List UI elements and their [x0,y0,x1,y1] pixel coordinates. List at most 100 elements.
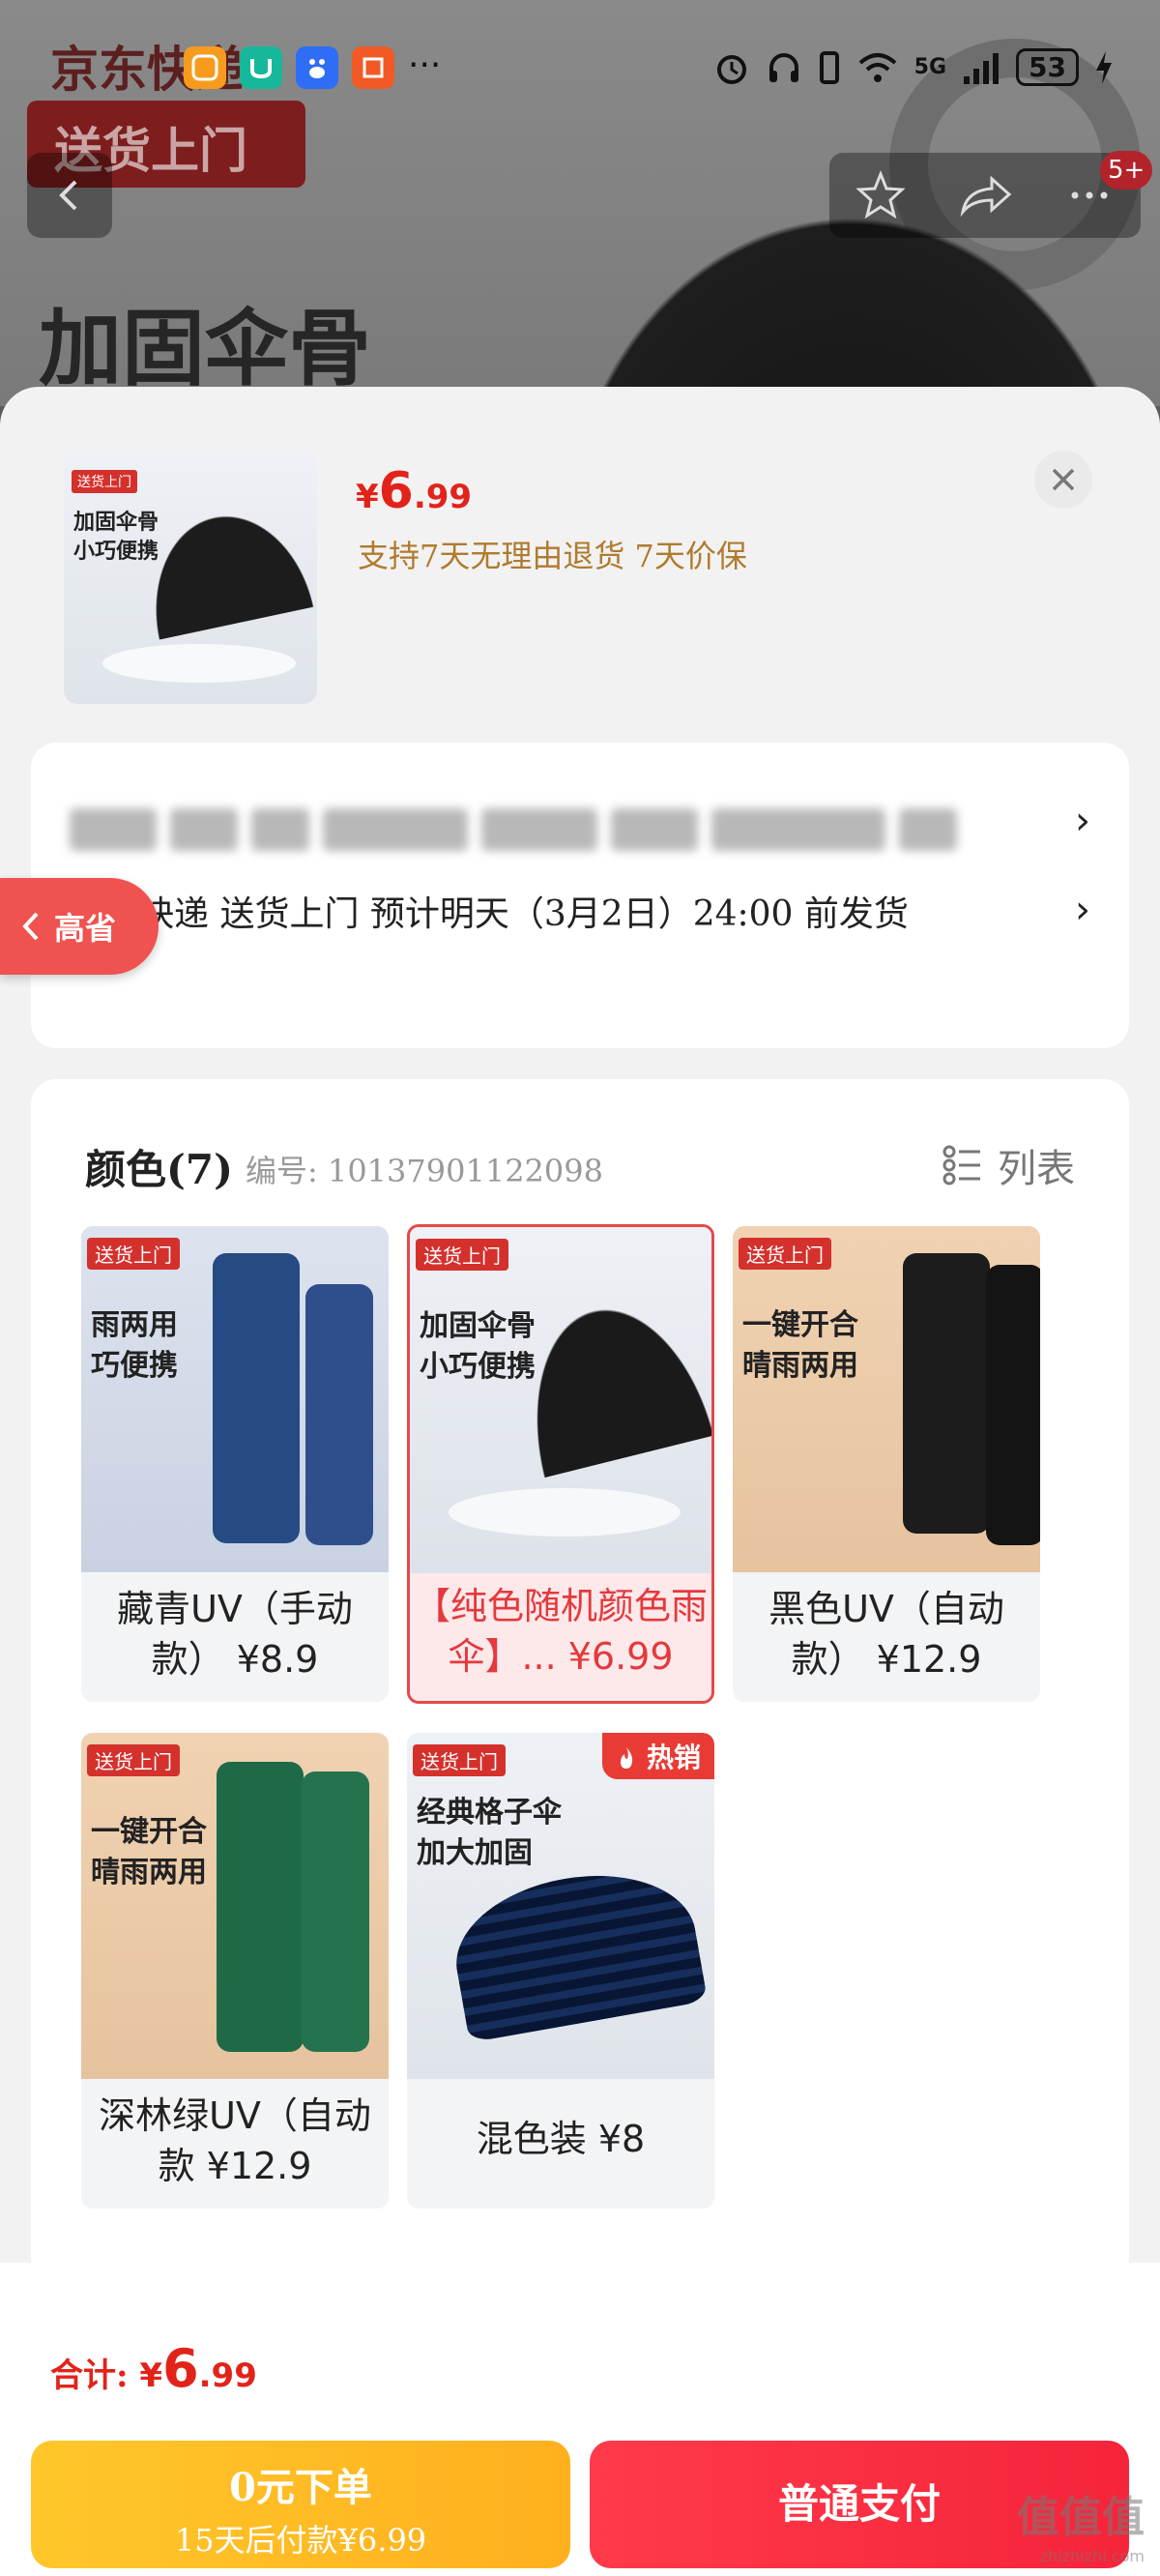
list-icon [942,1145,980,1186]
color-option-black-uv[interactable]: 送货上门 一键开合 晴雨两用 黑色UV（自动款） ¥12.9 [733,1226,1040,1702]
color-selection-card: 颜色(7) 编号: 10137901122098 列表 送货上门 雨两用巧便携 … [31,1079,1129,2298]
color-option-mixed[interactable]: 送货上门 经典格子伞 加大加固 热销 混色装 ¥8 [407,1733,714,2209]
thumbnail-tag: 送货上门 [72,470,137,493]
list-view-toggle[interactable]: 列表 [942,1137,1075,1193]
background-headline: 加固伞骨 [39,301,371,397]
product-thumbnail: 送货上门 加固伞骨 小巧便携 [64,451,317,704]
option-image-tag: 送货上门 [416,1239,508,1271]
option-image: 送货上门 一键开合晴雨两用 [81,1733,389,2079]
notification-icons: ··· [184,46,441,89]
side-floating-tab[interactable]: 高省 [0,878,159,975]
manga-app-icon [352,46,394,89]
thumbnail-caption-line1: 加固伞骨 [73,511,160,535]
option-image-caption: 一键开合 晴雨两用 [742,1305,858,1387]
option-label: 深林绿UV（自动款 ¥12.9 [99,2094,371,2187]
address-chevron-icon[interactable]: › [1075,799,1090,843]
battery-indicator: 53 [1016,48,1079,86]
thumbnail-caption-line2: 小巧便携 [73,540,160,564]
chevron-left-icon [59,180,77,211]
fire-icon [621,1747,633,1769]
color-option-random-selected[interactable]: 送货上门 加固伞骨 小巧便携 【纯色随机颜色雨伞】... ¥6.99 [407,1224,714,1704]
price-integer: 6 [378,462,414,520]
price-decimal: .99 [413,478,473,516]
zero-yuan-order-label: 0元下单 [229,2465,372,2510]
address-card[interactable]: › 京东快递 送货上门 预计明天（3月2日）24:00 前发货 › [31,743,1129,1048]
umbrella-image [903,1253,990,1534]
option-image: 送货上门 雨两用巧便携 [81,1226,389,1572]
umbrella-image [213,1253,300,1543]
umbrella-image [488,1263,711,1481]
option-image-caption-line1: 一键开合 [742,1308,858,1342]
watermark: 值值值 zhizhizhi.com [1017,2497,1145,2576]
watermark-text: 值值值 [1017,2493,1145,2542]
option-label: 混色装 ¥8 [476,2118,646,2160]
price-currency: ¥ [356,478,379,516]
blurred-address [70,803,957,857]
option-image: 送货上门 经典格子伞 加大加固 [407,1733,714,2079]
option-image-caption: 一键开合 晴雨两用 [91,1812,207,1893]
umbrella-sleeve-image [305,1284,373,1545]
status-bar: ··· 5G 53 [0,39,1160,106]
side-tab-label: 高省 [54,910,117,947]
more-notifications-icon: ··· [408,45,442,85]
top-action-group [829,153,1141,238]
option-image-tag: 送货上门 [87,1238,180,1270]
watermark-url: zhizhizhi.com [1039,2547,1145,2565]
option-label: 藏青UV（手动款） ¥8.9 [117,1588,353,1681]
chevron-left-icon [22,912,39,941]
total-currency: ¥ [139,2356,163,2395]
charging-icon [1096,50,1112,84]
close-button[interactable] [1034,451,1092,509]
option-image-caption-line1: 一键开合 [91,1815,207,1849]
option-image-caption: 雨两用 巧便携 [91,1305,178,1387]
option-image-caption: 经典格子伞 加大加固 [417,1793,562,1874]
option-image: 送货上门 加固伞骨 小巧便携 [410,1227,711,1573]
option-image-caption-line2: 巧便携 [91,1349,178,1383]
total-integer: 6 [162,2338,199,2399]
sku-code: 编号: 10137901122098 [246,1153,603,1189]
color-section-title: 颜色(7) [85,1146,233,1193]
thumbnail-base [102,644,296,683]
total-label: 合计: [50,2356,140,2395]
option-image-tag: 送货上门 [87,1744,180,1776]
signal-icon [964,52,1000,84]
message-count-badge: 5+ [1100,151,1153,190]
wifi-icon [858,52,896,82]
zero-yuan-order-button[interactable]: 0元下单 15天后付款¥6.99 [31,2441,570,2568]
headphones-icon [768,52,798,82]
option-image-caption-line1: 雨两用 [91,1308,178,1342]
return-policy-text: 支持7天无理由退货 7天价保 [358,538,747,574]
total-decimal: .99 [198,2356,257,2395]
network-type: 5G [914,55,947,79]
delivery-chevron-icon[interactable]: › [1075,888,1090,932]
option-label: 黑色UV（自动款） ¥12.9 [768,1588,1004,1681]
delivery-estimate: 京东快递 送货上门 预计明天（3月2日）24:00 前发货 [70,894,909,934]
umbrella-image [444,1858,709,2043]
list-view-label: 列表 [998,1147,1075,1191]
hot-sale-badge: 热销 [602,1733,714,1779]
share-icon[interactable] [957,169,1013,221]
app-notification-icon [184,46,226,89]
umbrella-sleeve-image [302,1771,369,2052]
umbrella-image [217,1762,304,2052]
order-total: 合计: ¥6.99 [50,2338,257,2399]
back-button[interactable] [27,153,112,238]
option-image: 送货上门 一键开合 晴雨两用 [733,1226,1040,1572]
close-icon [1052,468,1075,491]
option-image-tag: 送货上门 [739,1238,831,1270]
color-option-green-uv[interactable]: 送货上门 一键开合晴雨两用 深林绿UV（自动款 ¥12.9 [81,1733,389,2209]
baidu-icon [296,46,338,89]
star-icon[interactable] [855,169,907,221]
alarm-icon [716,54,746,84]
option-image-caption-line2: 加大加固 [417,1836,533,1870]
option-image-tag: 送货上门 [413,1744,506,1776]
checkout-bar: 合计: ¥6.99 0元下单 15天后付款¥6.99 普通支付 值值值 zhiz… [0,2263,1160,2576]
color-option-navy-uv[interactable]: 送货上门 雨两用巧便携 藏青UV（手动款） ¥8.9 [81,1226,389,1702]
status-right: 5G 53 [713,48,1114,86]
sku-selection-sheet: 送货上门 加固伞骨 小巧便携 ¥6.99 支持7天无理由退货 7天价保 › 京东… [0,387,1160,2576]
vibrate-icon [819,50,839,84]
app-notification-icon [240,46,282,89]
option-label: 【纯色随机颜色雨伞】... ¥6.99 [413,1585,708,1678]
option-image-caption-line2: 晴雨两用 [91,1856,207,1889]
display-stand [449,1488,681,1537]
